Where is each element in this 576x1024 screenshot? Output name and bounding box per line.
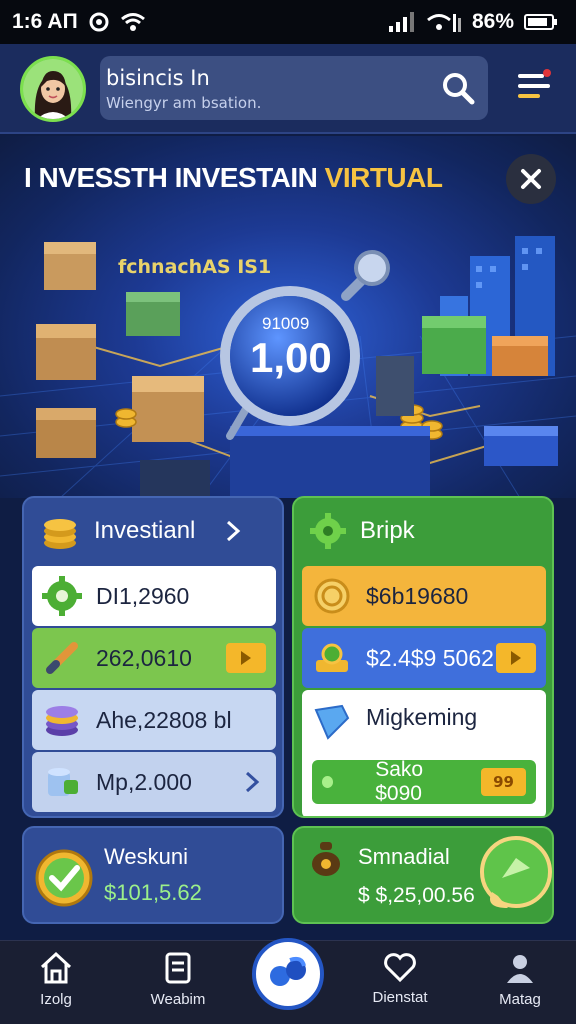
nav-label: Izolg (40, 991, 72, 1008)
investment-row[interactable]: Mp,2.000 (32, 752, 276, 812)
standard-card-title: Smnadial (358, 844, 450, 869)
wifi-signal-icon (426, 12, 462, 32)
investment-row-value: DI1,2960 (96, 582, 190, 609)
heart-icon (384, 953, 416, 983)
coin-stack-icon (44, 519, 76, 549)
close-button[interactable] (506, 154, 556, 204)
weekly-card-title: Weskuni (104, 844, 188, 869)
bank-row-value: $2.4$9 5062 (366, 644, 494, 671)
money-bag-icon (312, 842, 340, 876)
hero-banner: fchnachAS IS1 I NVESSTH INVESTAIN VIRTUA… (0, 136, 576, 498)
investment-row-value: Mp,2.000 (96, 768, 192, 795)
nav-label: Matag (499, 991, 541, 1008)
cylinder-icon (48, 768, 78, 796)
investment-row-value: Ahe,22808 bl (96, 706, 232, 733)
chevron-right-icon (227, 520, 241, 542)
center-action-button[interactable] (252, 938, 324, 1010)
wifi-icon (120, 12, 146, 32)
battery-percent: 86% (471, 10, 514, 33)
investment-row[interactable]: 262,0610 (32, 628, 276, 688)
weekly-card[interactable]: Weskuni $101,5.62 (22, 826, 284, 924)
nav-label: Weabim (150, 991, 206, 1008)
bank-card[interactable]: Bripk $6b19680 $2.4$9 5062 Migkeming Sak… (292, 496, 554, 818)
bank-row[interactable]: $6b19680 (302, 566, 546, 626)
shield-icon (314, 704, 350, 740)
bank-summary-badge[interactable]: 99 (481, 768, 526, 796)
infinity-logo-icon (270, 956, 306, 986)
menu-filter-icon[interactable] (514, 66, 554, 106)
battery-icon (524, 14, 557, 30)
nav-item-document[interactable]: Weabim (128, 951, 228, 1021)
investment-card[interactable]: Investianl DI1,2960 262,0610 Ahe,22808 b… (22, 496, 284, 818)
search-icon[interactable] (438, 68, 478, 108)
nav-label: Dienstat (372, 989, 428, 1006)
investment-row[interactable]: Ahe,22808 bl (32, 690, 276, 750)
chevron-right-icon (245, 771, 260, 793)
weekly-card-amount: $101,5.62 (104, 880, 202, 905)
bank-row[interactable]: $2.4$9 5062 (302, 628, 546, 688)
status-bar: 1:6 AП 86% (0, 0, 576, 44)
home-icon (40, 951, 72, 984)
bank-card-title: Bripk (360, 517, 415, 544)
coin-stack-icon (46, 706, 78, 736)
hero-title: I NVESSTH INVESTAIN VIRTUAL (24, 162, 443, 193)
bank-row-value: $6b19680 (366, 582, 469, 609)
nav-item-home[interactable]: Izolg (6, 951, 106, 1021)
pen-icon (46, 642, 78, 674)
row-action-button[interactable] (226, 643, 266, 673)
investment-card-title: Investianl (94, 517, 196, 544)
settings-status-icon (88, 11, 110, 33)
nav-item-profile[interactable]: Matag (470, 951, 570, 1021)
bank-row-value: Migkeming (366, 704, 478, 730)
bank-summary-value: Sako $090 (375, 758, 424, 805)
search-placeholder: Wiengyr am bsation. (106, 94, 262, 112)
bank-summary-bar[interactable]: Sako $090 99 (312, 758, 536, 805)
nav-item-favorites[interactable]: Dienstat (350, 951, 450, 1021)
coin-icon (314, 578, 350, 614)
standard-card-amount: $ $,25,00.56 (358, 884, 475, 907)
investment-row[interactable]: DI1,2960 (32, 566, 276, 626)
standard-card[interactable]: Smnadial $ $,25,00.56 (292, 826, 554, 924)
search-bar[interactable]: bisincis In Wiengyr am bsation. (100, 56, 488, 120)
investment-row-value: 262,0610 (96, 644, 192, 671)
gear-icon (310, 513, 346, 549)
document-icon (165, 952, 191, 984)
profile-icon (507, 955, 533, 983)
app-header: bisincis In Wiengyr am bsation. (0, 44, 576, 134)
check-coin-icon (35, 849, 93, 907)
gear-icon (42, 576, 82, 616)
hero-tag-label: fchnachAS IS1 (118, 256, 272, 278)
investment-card-header[interactable]: Investianl (38, 508, 243, 554)
sticker-badge-icon[interactable] (478, 834, 554, 912)
search-title: bisincis In (106, 66, 210, 90)
row-action-button[interactable] (496, 643, 536, 673)
status-time: 1:6 AП (12, 10, 78, 33)
avatar[interactable] (20, 56, 86, 122)
status-dot-icon (322, 776, 334, 788)
lens-small-value: 91009 (262, 314, 310, 333)
lens-big-value: 1,00 (250, 334, 332, 381)
signal-icon (388, 12, 416, 32)
bank-card-header[interactable]: Bripk (308, 508, 415, 554)
medal-icon (316, 643, 348, 672)
close-icon (521, 169, 541, 189)
